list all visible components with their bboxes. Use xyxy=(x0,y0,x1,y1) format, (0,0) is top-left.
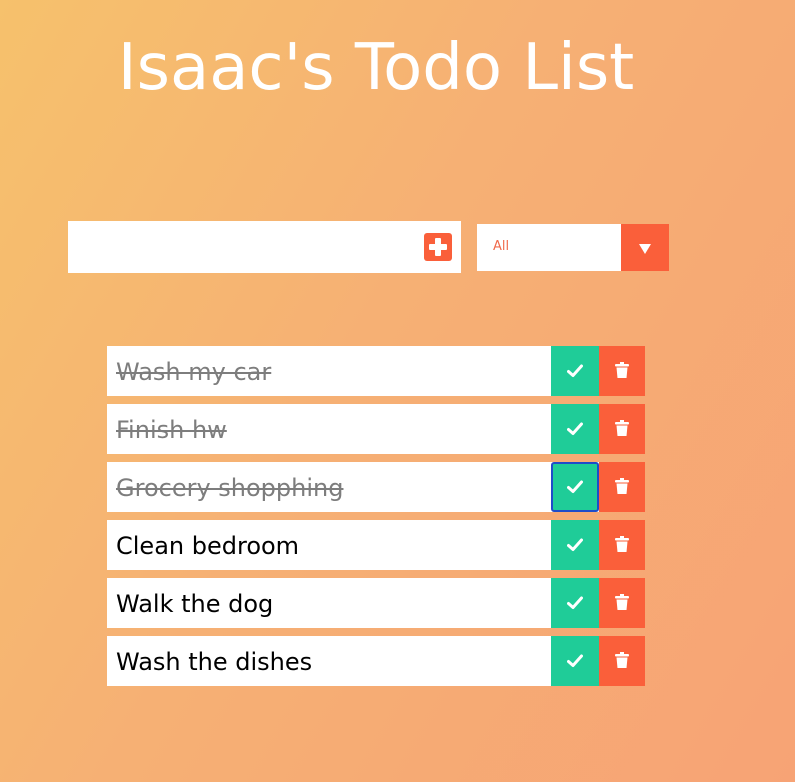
todo-list: Wash my car Finish hw Grocery shopphing … xyxy=(107,346,645,694)
todo-item: Wash my car xyxy=(107,346,645,396)
complete-button[interactable] xyxy=(551,462,599,512)
check-icon xyxy=(567,538,583,551)
trash-icon xyxy=(615,652,629,668)
filter-dropdown-button[interactable] xyxy=(621,224,669,271)
todo-text: Wash the dishes xyxy=(116,648,313,676)
check-icon xyxy=(567,422,583,435)
check-icon xyxy=(567,654,583,667)
todo-input[interactable] xyxy=(68,221,408,273)
delete-button[interactable] xyxy=(599,346,645,396)
todo-text: Finish hw xyxy=(116,416,227,444)
todo-item: Walk the dog xyxy=(107,578,645,628)
filter-selected-value: All xyxy=(493,239,510,254)
complete-button[interactable] xyxy=(551,404,599,454)
delete-button[interactable] xyxy=(599,404,645,454)
delete-button[interactable] xyxy=(599,578,645,628)
todo-input-wrapper xyxy=(68,221,461,273)
todo-item: Finish hw xyxy=(107,404,645,454)
check-icon xyxy=(567,480,583,493)
trash-icon xyxy=(615,478,629,494)
add-todo-button[interactable] xyxy=(424,233,452,261)
delete-button[interactable] xyxy=(599,636,645,686)
complete-button[interactable] xyxy=(551,578,599,628)
todo-text: Clean bedroom xyxy=(116,532,300,560)
todo-item: Wash the dishes xyxy=(107,636,645,686)
trash-icon xyxy=(615,536,629,552)
todo-text: Walk the dog xyxy=(116,590,274,618)
complete-button[interactable] xyxy=(551,346,599,396)
todo-item: Clean bedroom xyxy=(107,520,645,570)
todo-item: Grocery shopphing xyxy=(107,462,645,512)
trash-icon xyxy=(615,594,629,610)
delete-button[interactable] xyxy=(599,462,645,512)
trash-icon xyxy=(615,420,629,436)
page-title: Isaac's Todo List xyxy=(117,31,635,105)
delete-button[interactable] xyxy=(599,520,645,570)
complete-button[interactable] xyxy=(551,636,599,686)
filter-select[interactable]: All xyxy=(477,224,669,271)
todo-text: Grocery shopphing xyxy=(116,474,344,502)
todo-text: Wash my car xyxy=(116,358,272,386)
caret-down-icon xyxy=(639,244,651,254)
check-icon xyxy=(567,364,583,377)
trash-icon xyxy=(615,362,629,378)
check-icon xyxy=(567,596,583,609)
complete-button[interactable] xyxy=(551,520,599,570)
